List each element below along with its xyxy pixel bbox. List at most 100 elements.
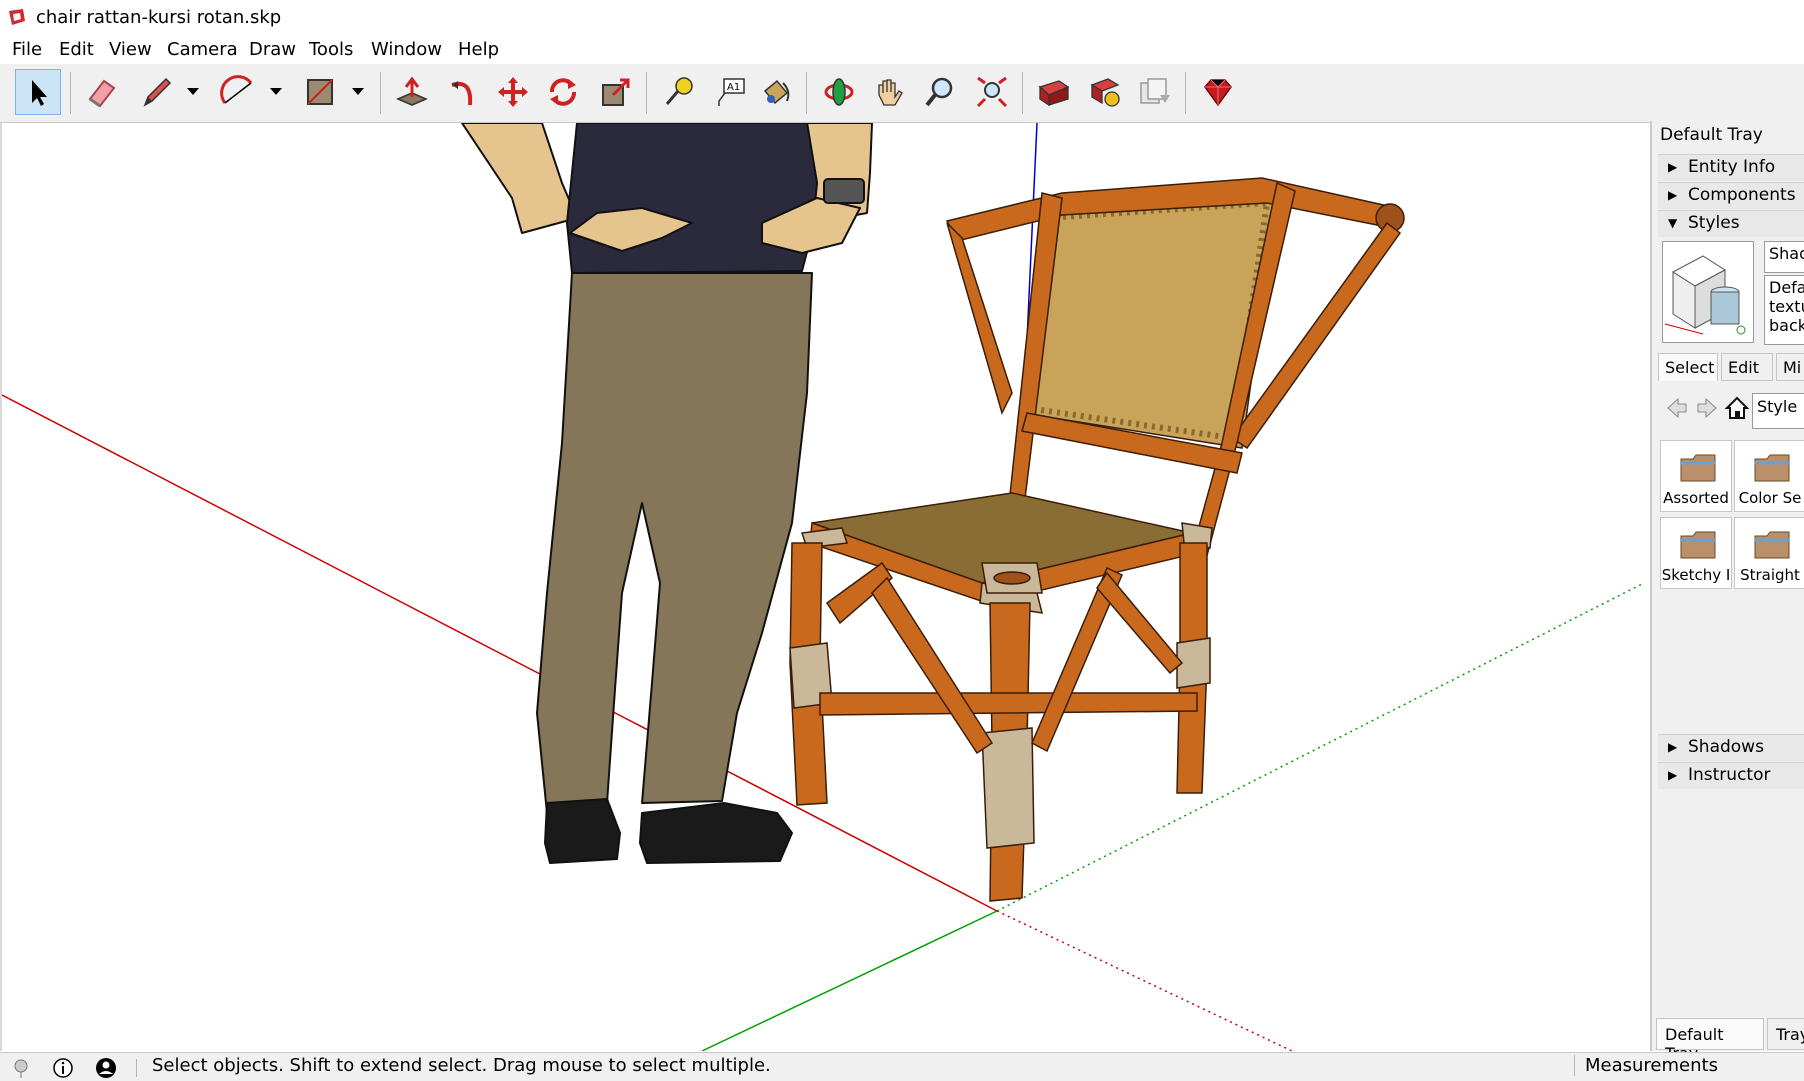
large-tool-set-toolbar: A1: [0, 64, 1804, 123]
tape-measure-tool-button[interactable]: [656, 69, 702, 115]
toolbar-separator: [806, 72, 807, 114]
3d-warehouse-button[interactable]: [1031, 69, 1077, 115]
status-hint: Select objects. Shift to extend select. …: [152, 1055, 771, 1076]
tape-measure-icon: [665, 77, 693, 105]
style-desc-line: Defa: [1769, 278, 1804, 297]
panel-label: Entity Info: [1688, 157, 1776, 177]
line-tool-button[interactable]: [134, 69, 180, 115]
collapse-triangle-icon: ▼: [1668, 216, 1678, 230]
style-folder-assorted[interactable]: Assorted: [1660, 440, 1732, 512]
measurements-label: Measurements: [1574, 1055, 1718, 1076]
scale-icon: [602, 78, 630, 106]
rotate-tool-button[interactable]: [540, 69, 586, 115]
arc-icon: [220, 75, 253, 104]
expand-triangle-icon: ▶: [1668, 188, 1678, 202]
panel-styles[interactable]: ▼ Styles: [1658, 210, 1804, 237]
pan-tool-button[interactable]: [866, 69, 912, 115]
panel-components[interactable]: ▶ Components: [1658, 182, 1804, 209]
arc-tool-button[interactable]: [215, 69, 261, 115]
follow-me-tool-button[interactable]: [440, 69, 486, 115]
style-folder-straight[interactable]: Straight: [1734, 517, 1804, 589]
menu-file[interactable]: File: [10, 39, 44, 60]
status-bar: Select objects. Shift to extend select. …: [0, 1052, 1804, 1081]
tab-tray[interactable]: Tray: [1767, 1018, 1804, 1050]
panel-label: Styles: [1688, 213, 1740, 233]
expand-triangle-icon: ▶: [1668, 160, 1678, 174]
style-description: Defa textu backo: [1764, 275, 1804, 345]
select-tool-button[interactable]: [15, 69, 61, 115]
back-arrow-icon[interactable]: [1664, 395, 1690, 421]
style-folder-sketchy[interactable]: Sketchy I: [1660, 517, 1732, 589]
toolbar-separator: [70, 72, 71, 114]
eraser-tool-button[interactable]: [78, 69, 124, 115]
panel-instructor[interactable]: ▶ Instructor: [1658, 762, 1804, 789]
expand-triangle-icon: ▶: [1668, 740, 1678, 754]
modeling-viewport[interactable]: [0, 123, 1644, 1051]
ruby-console-button[interactable]: [1195, 69, 1241, 115]
paint-bucket-icon: [763, 79, 790, 105]
forward-arrow-icon[interactable]: [1694, 395, 1720, 421]
eraser-icon: [88, 79, 116, 108]
geo-location-icon[interactable]: [10, 1057, 32, 1079]
panel-shadows[interactable]: ▶ Shadows: [1658, 734, 1804, 761]
zoom-tool-button[interactable]: [917, 69, 963, 115]
folder-caption: Straight: [1740, 566, 1800, 584]
chevron-down-icon[interactable]: [350, 83, 366, 99]
folder-icon: [1754, 454, 1790, 482]
green-axis: [701, 910, 998, 1051]
tray-title: Default Tray: [1660, 125, 1763, 145]
style-name-field[interactable]: Shad: [1764, 241, 1804, 273]
folder-icon: [1680, 454, 1716, 482]
panel-label: Instructor: [1688, 765, 1771, 785]
style-library-select[interactable]: Style: [1752, 393, 1804, 429]
menu-edit[interactable]: Edit: [57, 39, 96, 60]
push-pull-tool-button[interactable]: [389, 69, 435, 115]
panel-label: Components: [1688, 185, 1796, 205]
warehouse-icon: [1038, 80, 1070, 107]
folder-caption: Sketchy I: [1661, 566, 1731, 584]
pan-icon: [878, 79, 903, 106]
orbit-icon: [824, 78, 854, 106]
toolbar-separator: [1022, 72, 1023, 114]
paint-bucket-tool-button[interactable]: [753, 69, 799, 115]
scale-tool-button[interactable]: [593, 69, 639, 115]
credits-info-icon[interactable]: [52, 1057, 74, 1079]
style-folder-color-sets[interactable]: Color Se: [1734, 440, 1804, 512]
zoom-icon: [925, 77, 953, 107]
rectangle-tool-button[interactable]: [297, 69, 343, 115]
panel-entity-info[interactable]: ▶ Entity Info: [1658, 154, 1804, 181]
follow-me-icon: [451, 81, 473, 106]
tab-default-tray[interactable]: Default Tray: [1656, 1018, 1764, 1063]
tab-edit[interactable]: Edit: [1721, 353, 1773, 381]
toolbar-separator: [380, 72, 381, 114]
menu-help[interactable]: Help: [456, 39, 501, 60]
menu-draw[interactable]: Draw: [247, 39, 298, 60]
menu-window[interactable]: Window: [369, 39, 444, 60]
tab-mix[interactable]: Mi: [1776, 353, 1804, 381]
style-desc-line: backo: [1769, 316, 1804, 335]
extension-warehouse-button[interactable]: [1082, 69, 1128, 115]
push-pull-icon: [396, 76, 428, 106]
send-to-layout-button[interactable]: [1132, 69, 1178, 115]
text-icon: A1: [718, 78, 745, 106]
menu-view[interactable]: View: [107, 39, 154, 60]
folder-caption: Color Se: [1738, 489, 1802, 507]
window-title: chair rattan-kursi rotan.skp: [36, 7, 282, 28]
tab-select[interactable]: Select: [1658, 353, 1718, 381]
toolbar-separator: [646, 72, 647, 114]
menu-tools[interactable]: Tools: [307, 39, 355, 60]
pencil-icon: [143, 77, 172, 107]
chevron-down-icon[interactable]: [268, 83, 284, 99]
chevron-down-icon[interactable]: [185, 83, 201, 99]
user-account-icon[interactable]: [95, 1057, 117, 1079]
style-thumbnail[interactable]: [1662, 241, 1754, 343]
home-icon[interactable]: [1724, 395, 1750, 421]
text-tool-button[interactable]: A1: [707, 69, 753, 115]
move-tool-button[interactable]: [490, 69, 536, 115]
red-axis: [2, 394, 998, 912]
orbit-tool-button[interactable]: [816, 69, 862, 115]
menu-camera[interactable]: Camera: [165, 39, 240, 60]
rotate-icon: [550, 78, 576, 106]
zoom-extents-tool-button[interactable]: [969, 69, 1015, 115]
scene-canvas[interactable]: [2, 123, 1644, 1051]
